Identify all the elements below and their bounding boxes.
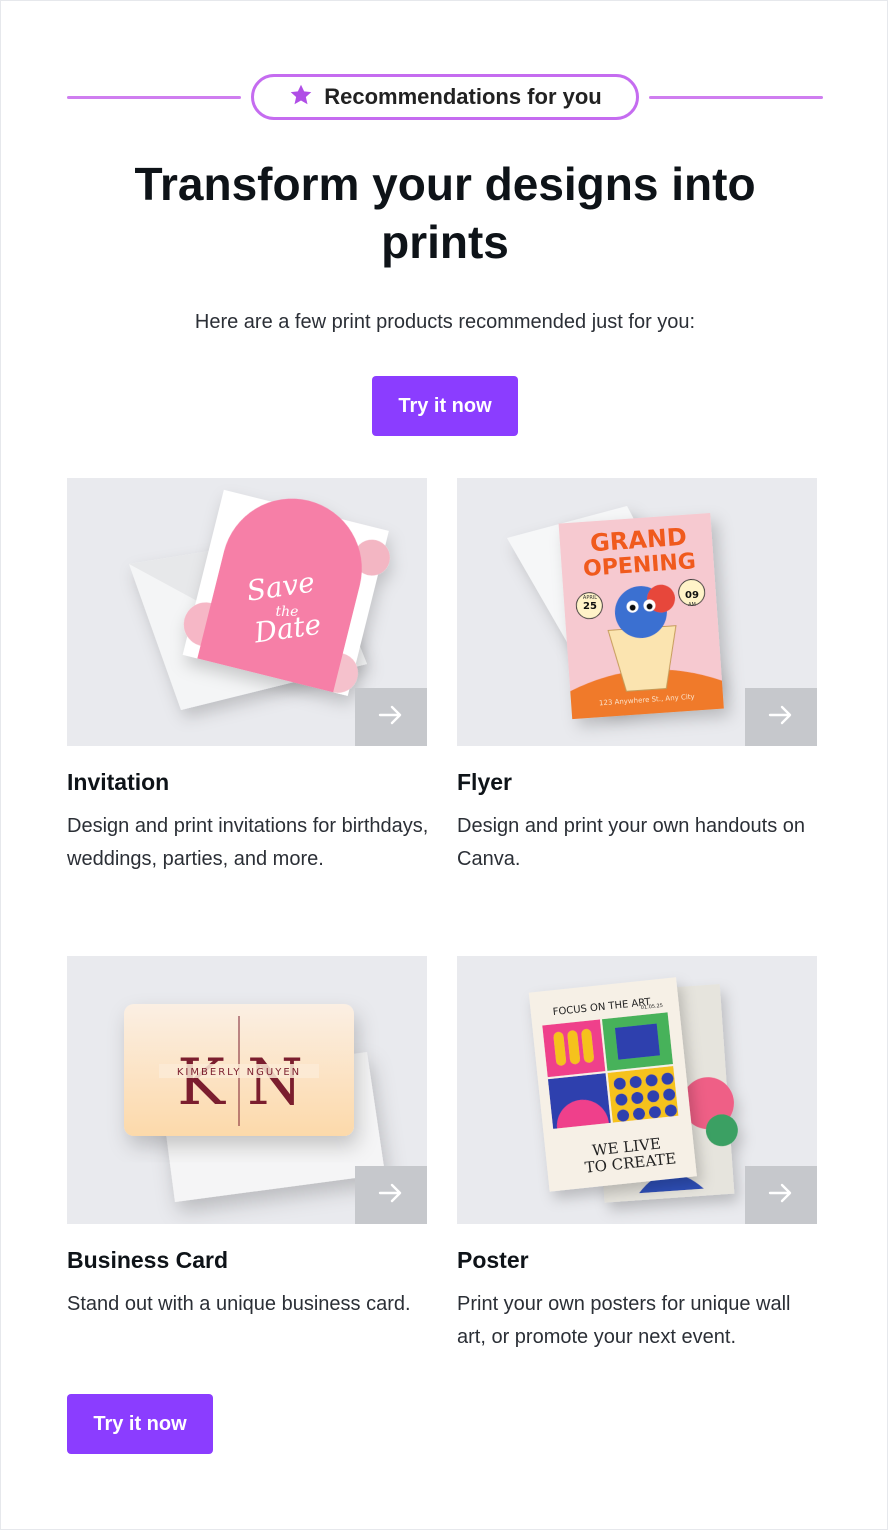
- star-icon: [288, 82, 314, 113]
- flyer-art-text-6: AM: [688, 602, 696, 608]
- recommendations-badge: Recommendations for you: [251, 74, 639, 120]
- poster-arrow-button[interactable]: [745, 1166, 817, 1224]
- divider-right: [649, 96, 823, 99]
- arrow-right-icon: [376, 700, 406, 735]
- arrow-right-icon: [376, 1178, 406, 1213]
- product-card-flyer[interactable]: GRAND OPENING APRIL 25 09 AM 123 Anywher…: [457, 478, 823, 876]
- product-title[interactable]: Invitation: [67, 768, 433, 796]
- product-title[interactable]: Business Card: [67, 1246, 433, 1274]
- business-card-image[interactable]: K N KIMBERLY NGUYEN: [67, 956, 427, 1224]
- product-description: Design and print your own handouts on Ca…: [457, 815, 806, 870]
- product-title[interactable]: Flyer: [457, 768, 823, 796]
- badge-label: Recommendations for you: [324, 84, 602, 109]
- page-subtitle: Here are a few print products recommende…: [194, 311, 696, 333]
- product-description: Stand out with a unique business card.: [67, 1293, 411, 1315]
- business-card-arrow-button[interactable]: [355, 1166, 427, 1224]
- poster-image[interactable]: FOCUS ON THE ART 01.05.25 WE LIVE TO CRE…: [457, 956, 817, 1224]
- product-card-invitation[interactable]: Save the Date Invitation Design and prin…: [67, 478, 433, 876]
- flyer-art-text-4: 25: [583, 601, 597, 612]
- try-it-now-button-top[interactable]: Try it now: [372, 376, 518, 436]
- flyer-arrow-button[interactable]: [745, 688, 817, 746]
- product-description: Print your own posters for unique wall a…: [457, 1293, 791, 1348]
- try-it-now-button-bottom[interactable]: Try it now: [67, 1394, 213, 1454]
- arrow-right-icon: [766, 1178, 796, 1213]
- invitation-arrow-button[interactable]: [355, 688, 427, 746]
- flyer-image[interactable]: GRAND OPENING APRIL 25 09 AM 123 Anywher…: [457, 478, 817, 746]
- page-title: Transform your designs into prints: [134, 158, 756, 268]
- business-card-art-text-3: KIMBERLY NGUYEN: [177, 1067, 301, 1078]
- product-card-business-card[interactable]: K N KIMBERLY NGUYEN Business Card Stand …: [67, 956, 433, 1321]
- arrow-right-icon: [766, 700, 796, 735]
- product-title[interactable]: Poster: [457, 1246, 823, 1274]
- recommendations-header: Recommendations for you: [67, 74, 823, 120]
- flyer-art-text-5: 09: [685, 590, 699, 601]
- invitation-image[interactable]: Save the Date: [67, 478, 427, 746]
- product-description: Design and print invitations for birthda…: [67, 815, 429, 870]
- business-card-art-text-2: N: [247, 1046, 303, 1120]
- product-card-poster[interactable]: FOCUS ON THE ART 01.05.25 WE LIVE TO CRE…: [457, 956, 823, 1354]
- divider-left: [67, 96, 241, 99]
- business-card-art-text-1: K: [177, 1046, 226, 1120]
